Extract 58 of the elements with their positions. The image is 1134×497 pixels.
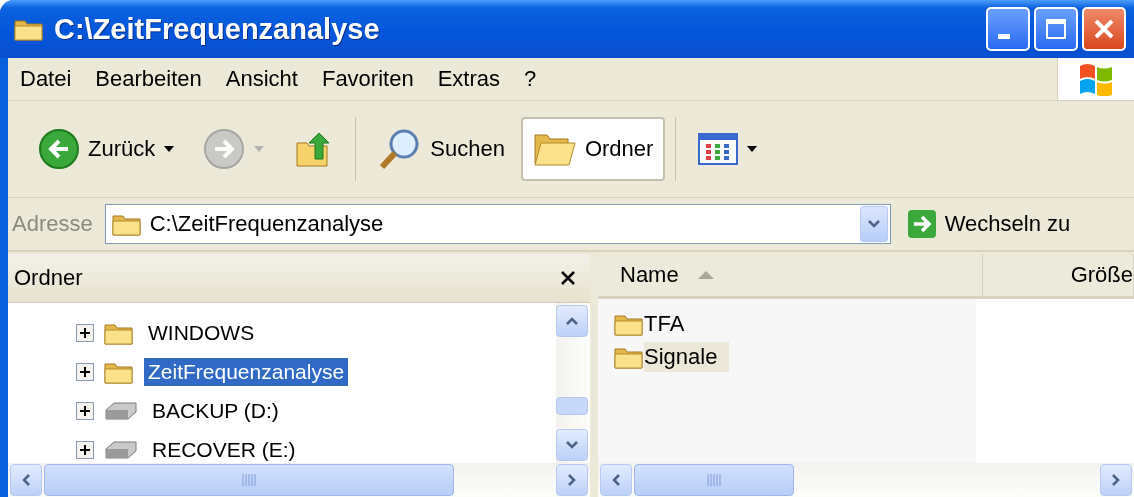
grip-icon (242, 473, 256, 487)
scroll-right-button[interactable] (556, 464, 588, 496)
menu-item[interactable]: Extras (425, 66, 512, 92)
maximize-icon (1045, 18, 1067, 40)
tree-item[interactable]: RECOVER (E:) (148, 435, 300, 464)
window-title: C:\ZeitFrequenzanalyse (54, 12, 381, 46)
drive-icon (104, 399, 138, 422)
flag-logo-icon (1078, 62, 1114, 96)
back-button[interactable]: Zurück (26, 117, 188, 181)
search-button[interactable]: Suchen (366, 117, 517, 181)
scroll-right-button[interactable] (1100, 464, 1132, 496)
expand-icon[interactable] (76, 440, 94, 459)
menu-item[interactable]: Favoriten (309, 66, 426, 92)
scroll-thumb[interactable] (556, 397, 588, 415)
caret-icon (253, 145, 266, 153)
minimize-button[interactable] (986, 7, 1030, 51)
minimize-icon (998, 33, 1010, 39)
file-name[interactable]: TFA (644, 308, 697, 339)
grip-icon (707, 473, 721, 487)
views-grid-icon (698, 133, 739, 165)
close-icon[interactable] (560, 270, 576, 286)
window-folder-icon (14, 17, 44, 41)
go-button[interactable]: Wechseln zu (906, 209, 1071, 239)
horizontal-scrollbar[interactable] (598, 463, 1134, 497)
expand-icon[interactable] (76, 323, 94, 342)
scroll-thumb[interactable] (44, 464, 454, 496)
menu-item[interactable]: Bearbeiten (83, 66, 214, 92)
menu-item[interactable]: ? (512, 66, 549, 92)
tree-item[interactable]: ZeitFrequenzanalyse (144, 357, 349, 386)
column-header[interactable]: Größe (983, 254, 1134, 296)
folder-icon (111, 212, 142, 236)
chevron-down-icon (866, 219, 881, 229)
menu-item[interactable]: Ansicht (213, 66, 310, 92)
tree-item[interactable]: BACKUP (D:) (148, 396, 283, 425)
caret-icon (163, 145, 176, 153)
column-header[interactable]: Name (598, 254, 983, 296)
scroll-left-button[interactable] (600, 464, 632, 496)
scroll-up-button[interactable] (556, 305, 588, 337)
pane-title: Ordner (14, 265, 83, 291)
scroll-thumb[interactable] (634, 464, 794, 496)
file-name[interactable]: Signale (644, 341, 730, 372)
horizontal-scrollbar[interactable] (8, 463, 590, 497)
address-label: Adresse (12, 211, 94, 237)
dropdown-button[interactable] (859, 206, 888, 242)
scroll-left-button[interactable] (10, 464, 42, 496)
tree-item[interactable]: WINDOWS (144, 318, 259, 347)
caret-icon (746, 145, 759, 153)
address-field[interactable]: C:\ZeitFrequenzanalyse (104, 204, 891, 244)
scroll-down-button[interactable] (556, 429, 588, 461)
expand-icon[interactable] (76, 362, 94, 381)
folders-button[interactable]: Ordner (520, 117, 666, 181)
menu-item[interactable]: Datei (8, 66, 84, 92)
vertical-scrollbar[interactable] (556, 303, 590, 463)
expand-icon[interactable] (76, 401, 94, 420)
maximize-button[interactable] (1034, 7, 1078, 51)
close-button[interactable] (1082, 7, 1126, 51)
drive-icon (104, 438, 138, 461)
close-icon (1092, 17, 1116, 41)
